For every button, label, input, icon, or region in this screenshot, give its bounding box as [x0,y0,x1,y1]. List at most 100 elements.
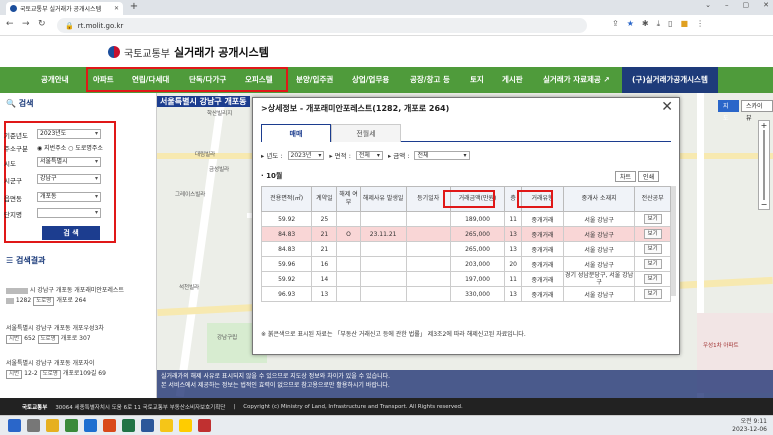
taskview-icon[interactable] [27,419,40,432]
reload-icon[interactable]: ↻ [38,19,46,29]
result-item[interactable]: 서울특별시 강남구 개포동 개포우성3차 지번 652 도로명 개포로 307 [6,324,151,344]
download-icon[interactable]: ⤓ [657,19,661,29]
chevron-down-icon[interactable]: ⌄ [705,1,711,9]
new-tab-button[interactable]: + [128,1,140,13]
result-item[interactable]: 서울특별시 강남구 개포동 개포자이 지번 12-2 도로명 개포로109길 69 [6,359,151,379]
view-button[interactable]: 보기 [643,289,662,299]
cell-reg [405,286,451,302]
nav-item-board[interactable]: 게시판 [502,67,523,93]
cell-floor: 11 [504,271,523,287]
col-header: 해제 여부 [336,186,361,212]
tab-rent[interactable]: 전월세 [331,124,401,142]
url-field[interactable]: 🔒 rt.molit.go.kr [57,18,587,33]
table-row: 84.83 21 265,000 13 중개거래 서울 강남구 보기 [260,241,671,257]
system-tray[interactable]: 오전 9:11 2023-12-06 [732,418,767,434]
cell-price: 197,000 [449,271,506,287]
year-filter-select[interactable]: 2023년 [287,150,325,160]
modal-filters: ▸ 년도 : 2023년 ▸ 면적 : 전체 ▸ 금액 : 전체 [261,150,470,160]
result-address: 시 강남구 개포동 개포래미안포레스트 [29,287,124,294]
nav-item-old-system[interactable]: (구)실거래가공개시스템 [622,67,718,93]
dong-select[interactable]: 개포동 [37,192,101,202]
map-button[interactable]: 지도 [718,100,739,122]
app-icon[interactable] [198,419,211,432]
nav-item-data[interactable]: 실거래가 자료제공 ↗ [543,67,610,93]
view-button[interactable]: 보기 [643,244,662,254]
modal-title: >상세정보 - 개포래미안포레스트(1282, 개포로 264) [261,104,450,113]
start-icon[interactable] [8,419,21,432]
cell-cancel-date [359,286,407,302]
office-icon[interactable] [103,419,116,432]
profile-icon[interactable]: ■ [681,19,689,29]
kakao-icon[interactable] [160,419,173,432]
cell-doc: 보기 [634,241,671,257]
cell-reg [405,211,451,227]
nav-item-factory[interactable]: 공장/창고 등 [410,67,450,93]
close-window-icon[interactable]: ✕ [763,1,769,9]
cell-agent: 서울 강남구 [562,241,636,257]
result-item[interactable]: 시 강남구 개포동 개포래미안포레스트 1282 도로명 개포로 264 [6,286,151,306]
list-icon: ☰ [6,256,14,265]
extension-icon[interactable]: ✱ [642,19,649,29]
col-header: 해제사유 발생일 [359,186,407,212]
result-address: 서울특별시 강남구 개포동 개포자이 [6,360,95,367]
chrome-icon[interactable] [65,419,78,432]
word-icon[interactable] [141,419,154,432]
forward-icon[interactable]: → [22,19,30,29]
disclaimer-line: 본 서비스에서 제공하는 정보는 법적인 효력이 없으므로 참고용으로만 활용하… [161,382,390,389]
view-button[interactable]: 보기 [643,214,662,224]
chart-button[interactable]: 차트 [615,171,637,182]
search-icon: 🔍 [6,99,16,108]
cell-area: 84.83 [260,241,313,257]
table-scrollbar[interactable] [671,186,676,296]
search-button[interactable]: 검 색 [42,226,100,240]
nav-item-land[interactable]: 토지 [470,67,484,93]
nav-item-commercial[interactable]: 상업/업무용 [352,67,389,93]
cell-price: 189,000 [449,211,506,227]
area-filter-select[interactable]: 전체 [355,150,383,160]
close-icon[interactable]: ✕ [661,99,673,115]
menu-icon[interactable]: ⋮ [696,19,704,29]
view-button[interactable]: 보기 [643,229,662,239]
price-filter-select[interactable]: 전체 [414,150,470,160]
close-tab-icon[interactable]: ✕ [114,5,119,12]
view-button[interactable]: 보기 [643,259,662,269]
star-icon[interactable]: ★ [627,19,634,29]
zoom-in-icon[interactable]: + [759,121,769,130]
browser-tab[interactable]: 국토교통부 실거래가 공개시스템 ✕ [6,2,123,15]
result-jibun: 652 [24,335,36,342]
share-icon[interactable]: ⇪ [612,19,619,29]
zoom-control[interactable]: + − [758,120,770,210]
notes-icon[interactable] [179,419,192,432]
result-address: 서울특별시 강남구 개포동 개포우성3차 [6,325,104,332]
year-label: 기준년도 [4,132,28,140]
edge-icon[interactable] [84,419,97,432]
back-icon[interactable]: ← [6,19,14,29]
site-logo[interactable]: 국토교통부 실거래가 공개시스템 [108,44,269,60]
site-name: 실거래가 공개시스템 [174,46,269,59]
view-button[interactable]: 보기 [643,274,662,284]
cell-cancel: O [336,226,361,242]
addr-type-radio[interactable]: ◉ 지번주소 ○ 도로명주소 [37,143,103,152]
nav-item-notice[interactable]: 공개안내 [41,67,69,93]
browser-tab-bar: 국토교통부 실거래가 공개시스템 ✕ + ⌄ – ▢ ✕ [0,0,773,15]
sigungu-select[interactable]: 강남구 [37,174,101,184]
sido-select[interactable]: 서울특별시 [37,157,101,167]
folder-icon[interactable] [46,419,59,432]
print-button[interactable]: 인쇄 [638,171,660,182]
danji-input[interactable] [37,208,101,218]
maximize-icon[interactable]: ▢ [743,1,750,9]
excel-icon[interactable] [122,419,135,432]
tab-sale[interactable]: 매매 [261,124,331,142]
cell-type: 중개거래 [521,226,564,242]
sidebar-icon[interactable]: ▯ [668,19,672,29]
cell-area: 84.83 [260,226,313,242]
table-row: 59.92 14 197,000 11 중개거래 경기 성남분당구, 서울 강남구 보기 [260,271,671,287]
year-select[interactable]: 2023년도 [37,129,101,139]
map-label: 금성빌라 [209,167,230,173]
minimize-icon[interactable]: – [725,1,729,9]
cell-area: 59.96 [260,256,313,272]
zoom-out-icon[interactable]: − [759,200,769,209]
nav-item-presale[interactable]: 분양/입주권 [296,67,333,93]
zoom-slider[interactable] [763,130,765,200]
skyview-button[interactable]: 스카이뷰 [741,100,773,122]
